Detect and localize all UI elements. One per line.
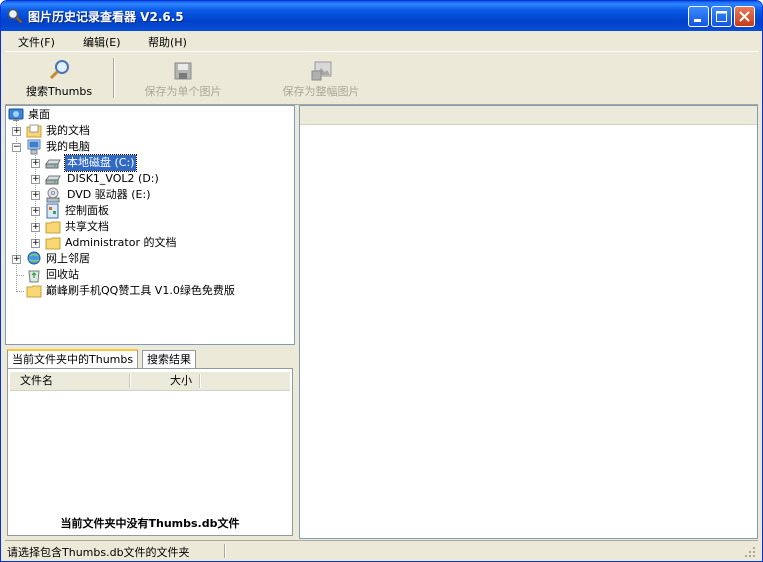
tree-label-my-computer: 我的电脑: [46, 140, 90, 153]
expand-icon[interactable]: +: [31, 191, 40, 200]
preview-pane[interactable]: [299, 105, 758, 539]
tree-label-recycle-bin: 回收站: [46, 268, 79, 281]
tree-guide-line: [16, 275, 24, 276]
folder-icon: [26, 285, 42, 298]
preview-header: [300, 106, 757, 125]
tree-label-network: 网上邻居: [46, 252, 90, 265]
desktop-icon: [8, 108, 24, 121]
magnifier-icon: [49, 60, 69, 80]
search-thumbs-label: 搜索Thumbs: [25, 85, 93, 98]
window-title: 图片历史记录查看器 V2.6.5: [28, 10, 184, 24]
expand-icon[interactable]: +: [31, 223, 40, 232]
expand-icon[interactable]: +: [31, 159, 40, 168]
column-header-filename[interactable]: 文件名: [20, 372, 53, 390]
minimize-icon: [694, 19, 701, 22]
save-single-label: 保存为单个图片: [144, 85, 222, 98]
tree-label-control-panel: 控制面板: [65, 204, 109, 217]
expand-icon[interactable]: +: [12, 127, 21, 136]
tree-label-my-documents: 我的文档: [46, 124, 90, 137]
expand-icon[interactable]: +: [31, 207, 40, 216]
folder-icon: [45, 237, 61, 250]
list-header: 文件名 大小: [10, 372, 290, 391]
save-whole-label: 保存为整幅图片: [282, 85, 360, 98]
hard-drive-icon: [45, 159, 61, 169]
menu-help[interactable]: 帮助(H): [148, 34, 187, 50]
expand-icon[interactable]: +: [31, 239, 40, 248]
status-text: 请选择包含Thumbs.db文件的文件夹: [7, 546, 190, 559]
folder-icon: [45, 221, 61, 234]
search-thumbs-button[interactable]: 搜索Thumbs: [19, 57, 99, 103]
app-window: 图片历史记录查看器 V2.6.5 文件(F) 编辑(E) 帮助(H) 搜索Thu…: [0, 0, 763, 562]
floppy-disk-icon: [174, 62, 192, 80]
documents-folder-icon: [26, 124, 42, 138]
menu-bar: 文件(F) 编辑(E) 帮助(H): [5, 31, 758, 50]
collapse-icon[interactable]: −: [12, 143, 21, 152]
control-panel-icon: [46, 203, 59, 219]
dvd-drive-icon: [46, 187, 60, 203]
tree-label-dvd-e: DVD 驱动器 (E:): [67, 188, 151, 201]
column-header-size[interactable]: 大小: [170, 372, 192, 390]
tree-label-shared-documents: 共享文档: [65, 220, 109, 233]
maximize-button[interactable]: [711, 6, 732, 27]
column-separator[interactable]: [199, 374, 201, 388]
tree-label-tool-folder: 巅峰刷手机QQ赞工具 V1.0绿色免费版: [46, 284, 235, 297]
minimize-button[interactable]: [688, 6, 709, 27]
tree-guide-line: [16, 291, 24, 292]
column-separator[interactable]: [129, 374, 131, 388]
network-icon: [27, 251, 41, 265]
title-bar[interactable]: 图片历史记录查看器 V2.6.5: [1, 1, 762, 31]
folder-tree[interactable]: 桌面 + 我的文档 − 我的电脑 + 本地磁盘 (C:) + DISK1_VOL…: [5, 105, 295, 345]
save-whole-button[interactable]: 保存为整幅图片: [275, 57, 367, 103]
recycle-bin-icon: [28, 270, 40, 283]
save-single-button[interactable]: 保存为单个图片: [137, 57, 229, 103]
save-image-icon: [311, 61, 332, 81]
tree-label-disk1-d: DISK1_VOL2 (D:): [67, 172, 159, 185]
tree-label-desktop: 桌面: [28, 108, 50, 121]
empty-list-message: 当前文件夹中没有Thumbs.db文件: [60, 517, 240, 530]
tree-label-administrator-documents: Administrator 的文档: [65, 236, 177, 249]
status-bar: 请选择包含Thumbs.db文件的文件夹: [5, 540, 758, 560]
thumbs-list[interactable]: 文件名 大小 当前文件夹中没有Thumbs.db文件: [7, 368, 293, 536]
toolbar: 搜索Thumbs 保存为单个图片 保存为整幅图片: [5, 51, 758, 105]
maximize-icon: [716, 11, 727, 22]
computer-icon: [27, 139, 41, 155]
menu-file[interactable]: 文件(F): [18, 34, 55, 50]
status-separator: [224, 544, 226, 558]
close-button[interactable]: [734, 6, 755, 27]
hard-drive-icon: [45, 175, 61, 185]
resize-grip-icon[interactable]: [744, 546, 756, 558]
close-icon: [739, 11, 750, 22]
tree-label-local-disk-c: 本地磁盘 (C:): [63, 154, 138, 172]
expand-icon[interactable]: +: [12, 255, 21, 264]
app-magnifier-icon: [7, 8, 23, 24]
menu-edit[interactable]: 编辑(E): [83, 34, 121, 50]
tab-current-folder-thumbs[interactable]: 当前文件夹中的Thumbs: [7, 349, 139, 369]
tab-search-results[interactable]: 搜索结果: [142, 350, 196, 368]
toolbar-separator: [113, 58, 115, 98]
expand-icon[interactable]: +: [31, 175, 40, 184]
